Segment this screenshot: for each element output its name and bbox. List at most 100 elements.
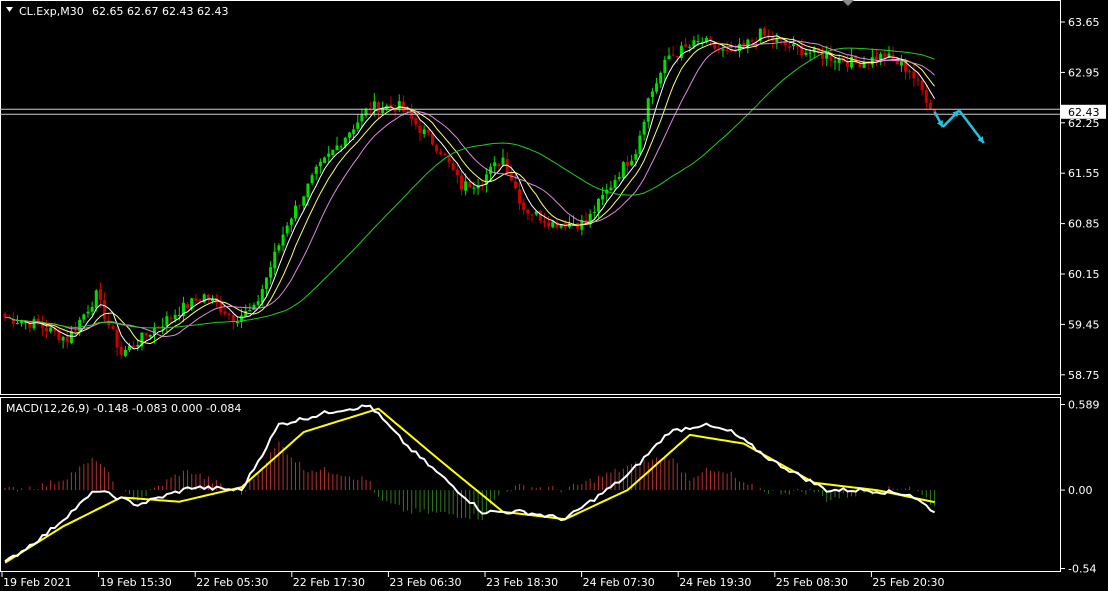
macd-pane-frame [0, 397, 1061, 572]
candle-body [522, 202, 526, 211]
candle-body [671, 54, 675, 56]
candle-body [103, 299, 107, 320]
candle-body [750, 40, 754, 42]
candle-body [518, 189, 522, 204]
time-tick-label: 23 Feb 18:30 [486, 576, 558, 589]
candle-body [493, 162, 497, 167]
candle-body [86, 311, 90, 314]
time-tick-label: 24 Feb 07:30 [583, 576, 655, 589]
candle-body [626, 161, 629, 167]
candle-body [845, 61, 849, 67]
candle-body [78, 319, 82, 332]
candle-body [98, 289, 102, 300]
time-tick-label: 23 Feb 06:30 [389, 576, 461, 589]
candle-body [924, 90, 928, 103]
candle-body [430, 133, 434, 145]
candle-body [762, 28, 766, 36]
candle-body [136, 345, 140, 347]
candle-body [294, 205, 297, 219]
candle-body [360, 114, 364, 122]
candle-body [45, 328, 48, 332]
candle-body [833, 61, 837, 63]
candle-body [621, 162, 625, 178]
candle-body [472, 187, 476, 189]
candle-body [808, 52, 812, 54]
price-chart[interactable]: 63.6562.9562.2561.5560.8560.1559.4558.75… [0, 0, 1108, 591]
candle-body [870, 57, 874, 65]
candle-body [148, 334, 152, 337]
price-tick-label: 62.95 [1068, 66, 1100, 79]
time-tick-label: 19 Feb 15:30 [100, 576, 172, 589]
current-price-label: 62.43 [1068, 106, 1100, 119]
macd-main-line [4, 404, 936, 563]
macd-layer [4, 404, 936, 564]
candle-body [742, 42, 746, 45]
candle-body [248, 309, 252, 312]
macd-header: MACD(12,26,9) -0.148 -0.083 0.000 -0.084 [6, 402, 241, 415]
shift-marker-icon[interactable] [842, 0, 854, 6]
candle-body [310, 175, 314, 184]
candle-body [260, 289, 264, 303]
candle-body [513, 181, 517, 189]
candle-body [256, 301, 260, 305]
candle-body [115, 329, 119, 348]
candle-body [3, 313, 7, 318]
candle-body [464, 181, 468, 191]
candle-body [318, 161, 322, 167]
candle-body [426, 129, 430, 133]
candle-body [377, 102, 380, 113]
candle-body [543, 221, 546, 223]
candle-body [551, 221, 555, 228]
candle-body [327, 153, 331, 157]
price-tick-label: 60.85 [1068, 218, 1100, 231]
candle-body [655, 83, 659, 92]
candle-body [692, 40, 696, 47]
candle-body [455, 169, 459, 176]
candle-body [684, 44, 688, 47]
candle-body [32, 319, 36, 329]
time-tick-label: 22 Feb 05:30 [196, 576, 268, 589]
candle-body [132, 345, 136, 347]
candle-body [439, 151, 443, 155]
candle-body [339, 146, 343, 148]
candle-body [451, 163, 455, 171]
candle-body [920, 80, 924, 91]
candle-body [787, 46, 791, 48]
candle-body [899, 61, 903, 66]
candle-body [418, 125, 422, 133]
candle-body [447, 156, 451, 163]
candle-body [90, 307, 94, 312]
macd-signal-line [4, 407, 935, 564]
candle-body [74, 330, 78, 332]
macd-tick-label: 0.589 [1068, 399, 1100, 412]
candle-body [144, 332, 148, 336]
axes-layer: 63.6562.9562.2561.5560.8560.1559.4558.75… [1, 16, 1106, 589]
price-tick-label: 60.15 [1068, 268, 1100, 281]
candle-body [646, 98, 650, 122]
candle-body [414, 118, 418, 125]
candle-body [227, 313, 231, 315]
candle-body [352, 129, 356, 134]
candle-body [460, 175, 463, 190]
candle-body [617, 176, 621, 180]
price-lines-layer [0, 108, 1060, 115]
ma-slow-line [5, 40, 935, 338]
ma-fast-line [5, 35, 936, 350]
candle-body [119, 346, 123, 355]
candle-body [223, 311, 227, 315]
candle-body [61, 337, 65, 341]
candle-body [688, 46, 692, 48]
candle-body [804, 52, 808, 55]
forecast-arrows [933, 109, 985, 144]
candle-body [289, 218, 293, 225]
price-tick-label: 58.75 [1068, 369, 1100, 382]
candle-body [613, 180, 617, 188]
candle-body [435, 145, 439, 152]
menu-triangle-icon[interactable] [6, 7, 13, 12]
candle-body [177, 314, 181, 316]
candle-body [314, 166, 318, 174]
candle-body [198, 299, 202, 302]
candle-body [244, 310, 248, 317]
candle-body [650, 91, 654, 98]
candle-body [592, 212, 596, 214]
